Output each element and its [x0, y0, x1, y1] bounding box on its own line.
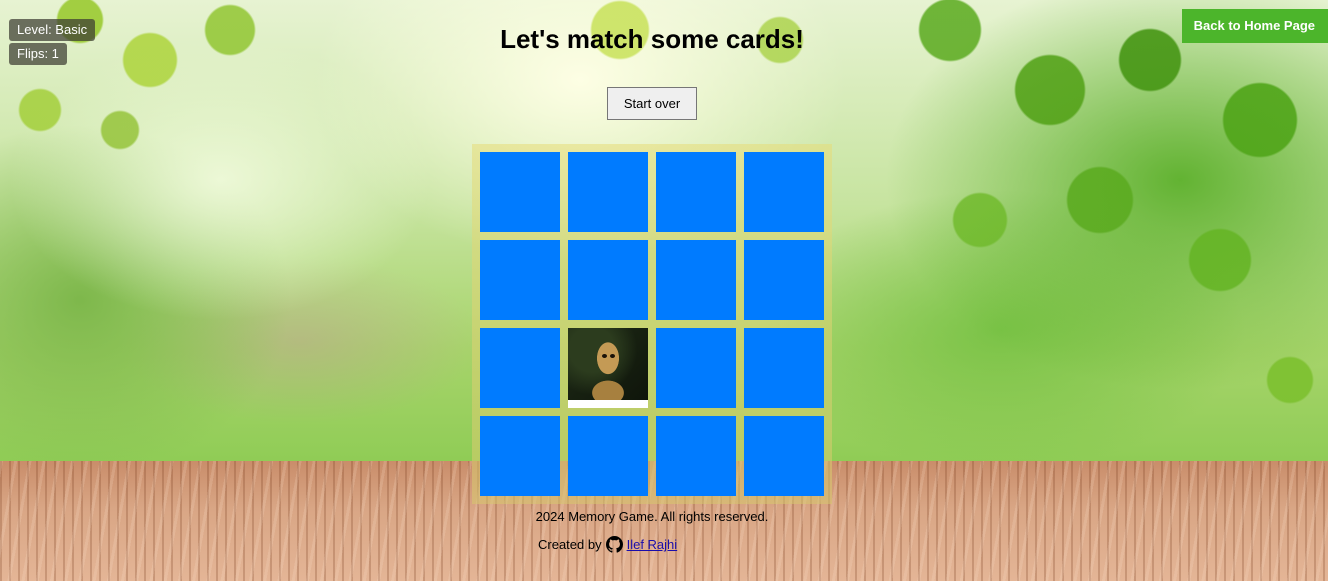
page-title: Let's match some cards!	[500, 24, 804, 54]
card-face-down[interactable]	[480, 416, 560, 496]
created-by-label: Created by	[538, 537, 602, 552]
card-face-down[interactable]	[568, 240, 648, 320]
card-face-down[interactable]	[480, 152, 560, 232]
card-face-down[interactable]	[656, 240, 736, 320]
card-face-down[interactable]	[656, 416, 736, 496]
card-face-down[interactable]	[480, 328, 560, 408]
card-face-down[interactable]	[568, 416, 648, 496]
card-face-down[interactable]	[744, 240, 824, 320]
card-grid	[472, 144, 832, 504]
github-icon[interactable]	[605, 536, 623, 553]
card-face-down[interactable]	[656, 152, 736, 232]
card-flipped[interactable]	[568, 328, 648, 408]
card-face-down[interactable]	[744, 416, 824, 496]
author-credit: Created by Ilef Rajhi	[538, 536, 677, 553]
card-face-down[interactable]	[656, 328, 736, 408]
copyright-text: 2024 Memory Game. All rights reserved.	[535, 509, 769, 524]
card-face-down[interactable]	[744, 152, 824, 232]
card-face-down[interactable]	[568, 152, 648, 232]
card-face-down[interactable]	[744, 328, 824, 408]
cheetah-image	[568, 328, 648, 400]
card-face-down[interactable]	[480, 240, 560, 320]
author-link[interactable]: Ilef Rajhi	[627, 537, 678, 552]
start-over-button[interactable]: Start over	[607, 87, 697, 120]
